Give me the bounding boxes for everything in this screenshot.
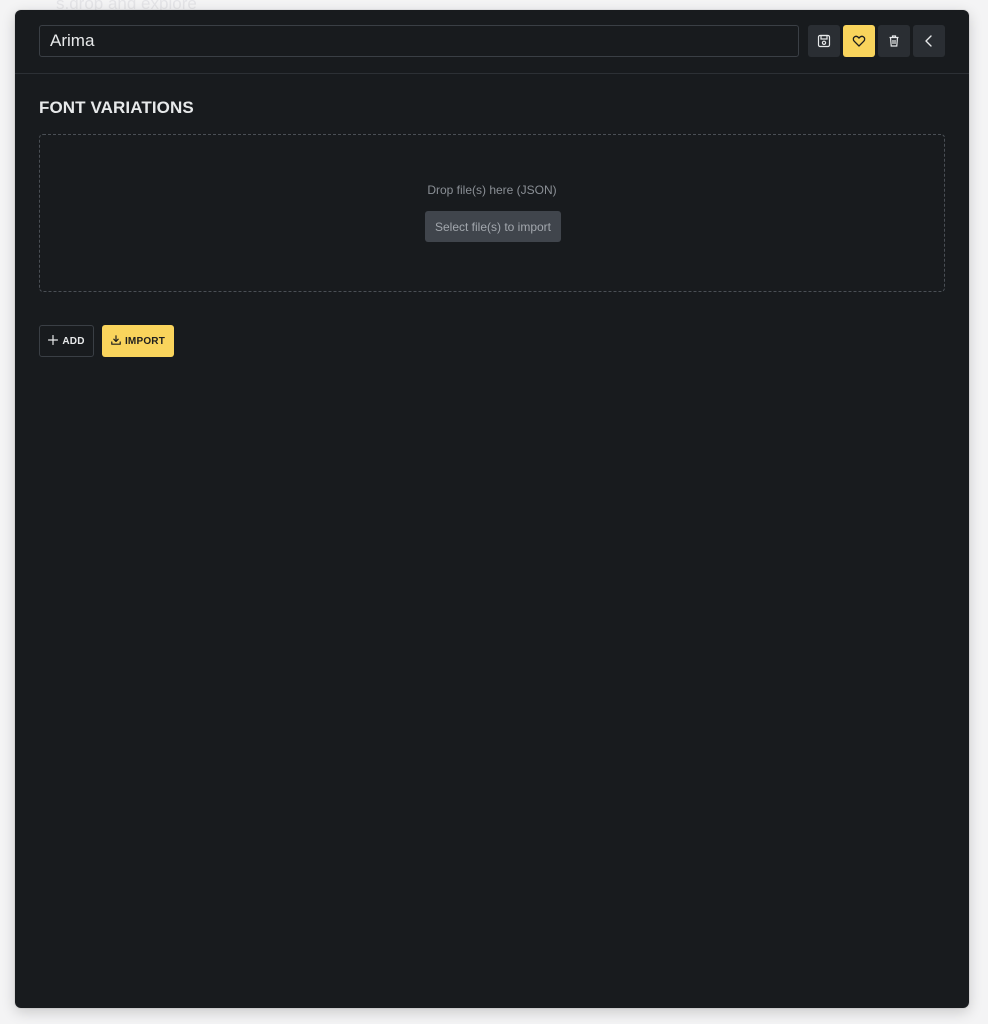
back-button[interactable] [913,25,945,57]
heart-icon [852,34,866,48]
save-button[interactable] [808,25,840,57]
trash-icon [887,34,901,48]
plus-icon [48,334,59,348]
font-editor-panel: FONT VARIATIONS Drop file(s) here (JSON)… [15,10,969,1008]
delete-button[interactable] [878,25,910,57]
drop-hint: Drop file(s) here (JSON) [427,183,557,197]
chevron-left-icon [922,34,936,48]
section-title: FONT VARIATIONS [39,98,194,117]
add-button[interactable]: ADD [39,325,94,357]
favorite-button[interactable] [843,25,875,57]
select-files-button[interactable]: Select file(s) to import [425,211,561,242]
file-dropzone[interactable]: Drop file(s) here (JSON) Select file(s) … [39,134,945,292]
font-name-input[interactable] [39,25,799,57]
download-icon [111,334,121,348]
import-button[interactable]: IMPORT [102,325,174,357]
import-button-label: IMPORT [124,335,166,347]
panel-header [15,10,969,74]
save-icon [817,34,831,48]
add-button-label: ADD [62,335,85,347]
